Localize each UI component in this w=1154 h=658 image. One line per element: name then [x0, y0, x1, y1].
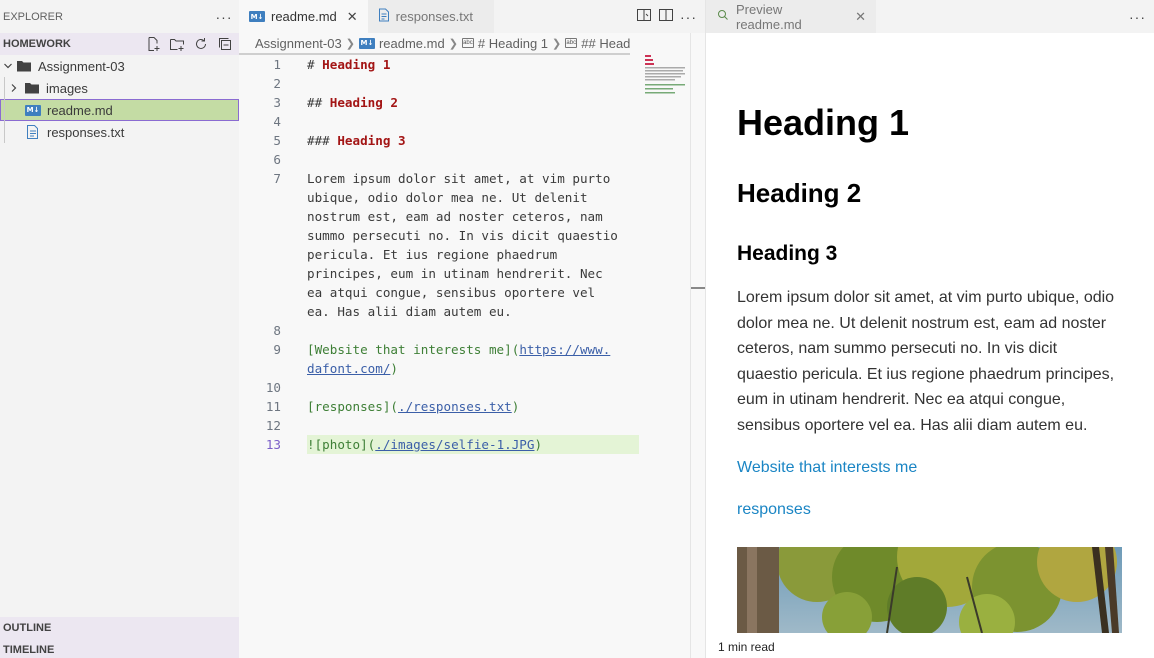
preview-heading-3: Heading 3 — [737, 242, 838, 265]
tree-item-label: images — [46, 80, 88, 96]
editor-divider — [690, 33, 691, 658]
chevron-down-icon — [2, 61, 14, 71]
new-file-icon[interactable] — [143, 34, 163, 54]
tab-label: Preview readme.md — [736, 1, 802, 32]
code-line: 9 [Website that interests me](https://ww… — [273, 342, 611, 357]
code-line: 10 — [265, 380, 281, 395]
code-line: 1 # Heading 1 — [273, 57, 391, 72]
preview-icon — [716, 8, 730, 25]
indent-guide — [4, 77, 5, 143]
text-file-icon — [378, 8, 390, 25]
minimap[interactable] — [645, 55, 689, 95]
code-line: 4 — [273, 114, 281, 129]
preview-heading-1: Heading 1 — [737, 102, 910, 143]
close-icon[interactable]: ✕ — [347, 9, 358, 25]
code-line: 6 — [273, 152, 281, 167]
preview-link-website[interactable]: Website that interests me — [737, 457, 1122, 479]
code-line-current: 13 ![photo](./images/selfie-1.JPG) — [239, 435, 689, 454]
markdown-icon: M↓ — [358, 37, 375, 49]
workspace-section-header[interactable]: HOMEWORK — [0, 33, 239, 55]
tree-item-label: readme.md — [47, 102, 113, 118]
markdown-file-icon: M↓ — [25, 104, 41, 116]
folder-icon — [24, 80, 40, 96]
breadcrumb-item[interactable]: Assignment-03 — [255, 36, 342, 51]
split-editor-icon[interactable] — [658, 7, 674, 26]
markdown-preview-pane: Preview readme.md ✕ ··· Heading 1 Headin… — [705, 0, 1154, 658]
code-line: 11 [responses](./responses.txt) — [265, 399, 520, 414]
code-line-wrap: ubique, odio dolor mea ne. Ut delenit — [307, 190, 588, 205]
tab-label: responses.txt — [395, 9, 473, 24]
folder-open-icon — [16, 58, 32, 74]
text-file-icon — [25, 124, 41, 140]
outline-section-header[interactable]: OUTLINE — [0, 617, 239, 639]
tree-item-images[interactable]: images — [0, 77, 239, 99]
code-line-wrap: summo persecuti no. In vis dicit quaesti… — [307, 228, 618, 243]
tab-responses[interactable]: responses.txt — [367, 0, 494, 33]
preview-content: Heading 1 Heading 2 Heading 3 Lorem ipsu… — [737, 33, 1122, 521]
editor-pane: M↓ readme.md ✕ responses.txt ··· Assignm… — [239, 0, 705, 658]
breadcrumb-item[interactable]: abc # Heading 1 — [461, 36, 548, 51]
markdown-icon: M↓ — [249, 11, 265, 22]
breadcrumb: Assignment-03 ❯ M↓ readme.md ❯ abc # Headi… — [239, 33, 630, 55]
tab-preview[interactable]: Preview readme.md ✕ — [706, 0, 876, 33]
symbol-string-icon: abc — [461, 38, 474, 48]
explorer-sidebar: EXPLORER ··· HOMEWORK Assignment-03 imag… — [0, 0, 239, 658]
breadcrumb-item[interactable]: M↓ readme.md — [358, 36, 445, 51]
preview-more-button[interactable]: ··· — [1129, 9, 1154, 25]
code-line: 2 — [273, 76, 281, 91]
code-line-wrap: ea. Has alii diam autem eu. — [307, 304, 512, 319]
symbol-string-icon: abc — [565, 38, 578, 48]
read-time-label: 1 min read — [718, 640, 775, 654]
code-line-wrap: principes, eum in utinam hendrerit. Nec — [307, 266, 603, 281]
code-line: 12 — [265, 418, 281, 433]
preview-heading-2: Heading 2 — [737, 178, 862, 208]
tree-item-label: Assignment-03 — [38, 58, 125, 74]
chevron-right-icon — [8, 83, 20, 93]
editor-more-button[interactable]: ··· — [680, 9, 697, 25]
code-line: 7 Lorem ipsum dolor sit amet, at vim purt… — [273, 171, 611, 186]
workspace-title: HOMEWORK — [3, 38, 71, 50]
code-area[interactable]: 1 # Heading 1 2 3 ## Heading 2 4 5 ### H… — [239, 55, 689, 454]
tree-item-label: responses.txt — [47, 124, 125, 140]
preview-photo — [737, 547, 1122, 633]
explorer-more-button[interactable]: ··· — [209, 9, 239, 25]
open-preview-side-icon[interactable] — [636, 7, 652, 26]
timeline-section-header[interactable]: TIMELINE — [0, 639, 239, 658]
new-folder-icon[interactable] — [167, 34, 187, 54]
code-line: 3 ## Heading 2 — [273, 95, 398, 110]
explorer-title: EXPLORER — [3, 10, 63, 23]
preview-tabbar: Preview readme.md ✕ ··· — [706, 0, 1154, 33]
chevron-right-icon: ❯ — [345, 37, 355, 50]
tree-item-responses[interactable]: responses.txt — [0, 121, 239, 143]
code-line-wrap: pericula. Et ius regione phaedrum — [307, 247, 558, 262]
editor-tabbar: M↓ readme.md ✕ responses.txt ··· — [239, 0, 705, 33]
explorer-header: EXPLORER ··· — [0, 0, 239, 33]
refresh-icon[interactable] — [191, 34, 211, 54]
close-icon[interactable]: ✕ — [855, 9, 866, 25]
tab-readme[interactable]: M↓ readme.md ✕ — [239, 0, 368, 33]
collapse-all-icon[interactable] — [215, 34, 235, 54]
code-line-wrap: nostrum est, eam ad noster ceteros, nam — [307, 209, 603, 224]
chevron-right-icon: ❯ — [448, 37, 458, 50]
chevron-right-icon: ❯ — [552, 37, 562, 50]
preview-link-responses[interactable]: responses — [737, 499, 1122, 521]
code-line-wrap: dafont.com/) — [307, 361, 398, 376]
preview-paragraph: Lorem ipsum dolor sit amet, at vim purto… — [737, 289, 1115, 434]
tab-label: readme.md — [271, 9, 337, 24]
code-line-wrap: ea atqui congue, sensibus oportere vel — [307, 285, 596, 300]
tree-item-readme[interactable]: M↓ readme.md — [0, 99, 239, 121]
scrollbar-marker[interactable] — [691, 287, 705, 289]
code-line: 8 — [273, 323, 281, 338]
code-line: 5 ### Heading 3 — [273, 133, 406, 148]
breadcrumb-item[interactable]: abc## Heading 2 — [565, 36, 630, 51]
tree-item-assignment-03[interactable]: Assignment-03 — [0, 55, 239, 77]
